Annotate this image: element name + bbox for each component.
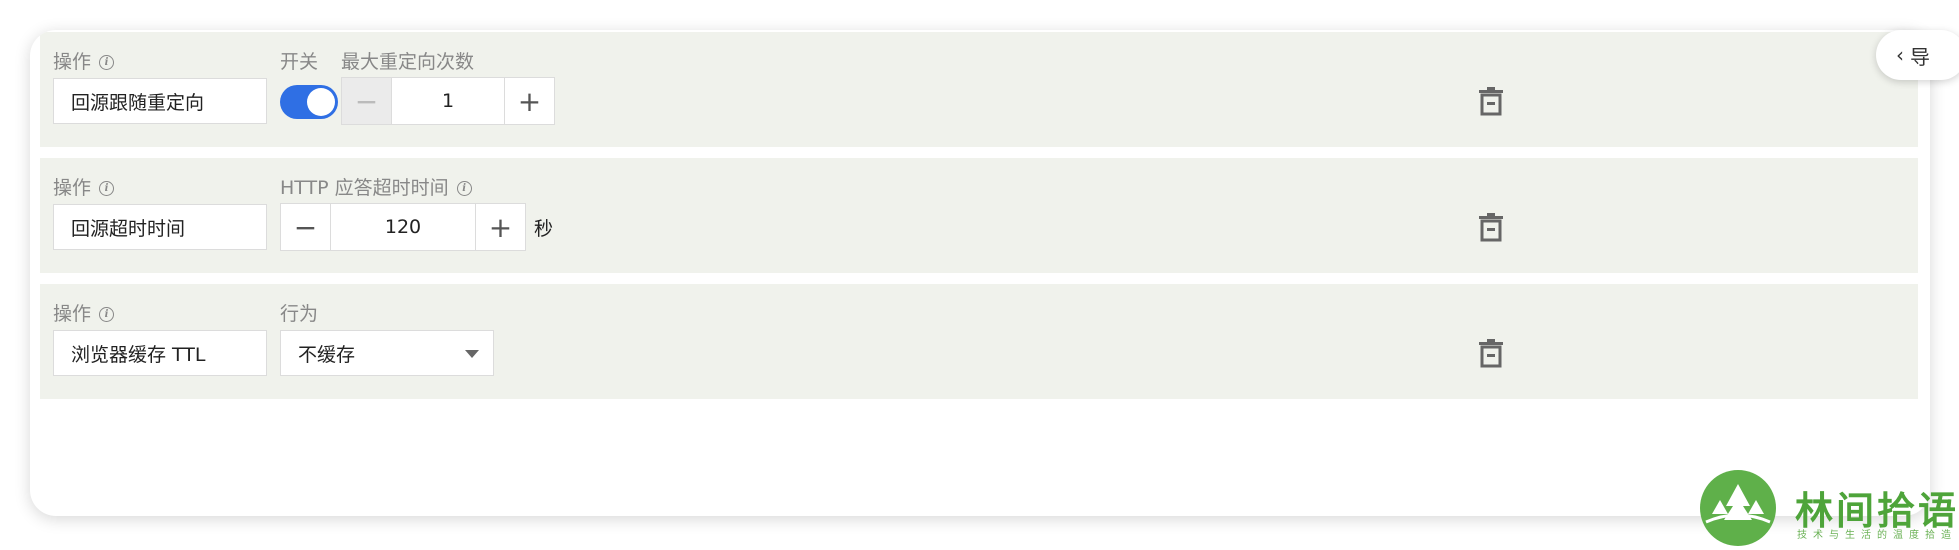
toggle-knob bbox=[307, 88, 335, 116]
http-timeout-input[interactable]: 120 bbox=[331, 204, 475, 250]
trash-icon[interactable] bbox=[1478, 212, 1504, 242]
http-timeout-label-group: HTTP 应答超时时间 i bbox=[280, 176, 472, 200]
tree-icon bbox=[1705, 484, 1771, 524]
rule-row-redirect: 操作 i 回源跟随重定向 开关 最大重定向次数 − 1 + bbox=[40, 32, 1918, 147]
max-redirects-stepper: − 1 + bbox=[341, 77, 555, 125]
trash-icon[interactable] bbox=[1478, 338, 1504, 368]
http-timeout-stepper: − 120 + bbox=[280, 203, 526, 251]
minus-icon[interactable]: − bbox=[342, 78, 392, 124]
side-nav-tab[interactable]: ‹ 导 bbox=[1876, 30, 1959, 80]
max-redirects-label: 最大重定向次数 bbox=[341, 51, 475, 73]
trash-icon[interactable] bbox=[1478, 86, 1504, 116]
max-redirects-input[interactable]: 1 bbox=[392, 78, 504, 124]
follow-redirect-toggle[interactable] bbox=[280, 85, 338, 119]
watermark-logo: 林间拾语 技术与生活的温度拾造 bbox=[1700, 470, 1959, 547]
rules-card: 操作 i 回源跟随重定向 开关 最大重定向次数 − 1 + 操作 i 回源超时时… bbox=[30, 30, 1930, 516]
unit-label: 秒 bbox=[534, 218, 554, 240]
info-icon[interactable]: i bbox=[456, 180, 472, 196]
behavior-value: 不缓存 bbox=[298, 343, 356, 366]
info-icon[interactable]: i bbox=[99, 306, 115, 322]
minus-icon[interactable]: − bbox=[281, 204, 331, 250]
action-select[interactable]: 回源跟随重定向 bbox=[53, 78, 267, 124]
behavior-label: 行为 bbox=[280, 303, 319, 325]
plus-icon[interactable]: + bbox=[504, 78, 554, 124]
action-select[interactable]: 浏览器缓存 TTL bbox=[53, 330, 267, 376]
action-label-group: 操作 i bbox=[53, 302, 115, 326]
switch-label: 开关 bbox=[280, 51, 319, 73]
rule-row-timeout: 操作 i 回源超时时间 HTTP 应答超时时间 i − 120 + 秒 bbox=[40, 158, 1918, 273]
behavior-select[interactable]: 不缓存 bbox=[280, 330, 494, 376]
info-icon[interactable]: i bbox=[99, 180, 115, 196]
action-label-group: 操作 i bbox=[53, 176, 115, 200]
chevron-left-icon: ‹ bbox=[1896, 43, 1904, 67]
action-label: 操作 bbox=[53, 177, 92, 199]
action-label-group: 操作 i bbox=[53, 50, 115, 74]
action-label: 操作 bbox=[53, 51, 92, 73]
rule-row-browser-cache: 操作 i 浏览器缓存 TTL 行为 不缓存 bbox=[40, 284, 1918, 399]
watermark-subtitle: 技术与生活的温度拾造 bbox=[1797, 530, 1957, 541]
action-select[interactable]: 回源超时时间 bbox=[53, 204, 267, 250]
action-label: 操作 bbox=[53, 303, 92, 325]
info-icon[interactable]: i bbox=[99, 54, 115, 70]
caret-down-icon bbox=[465, 350, 479, 358]
side-nav-tab-label: 导 bbox=[1910, 44, 1930, 69]
http-timeout-label: HTTP 应答超时时间 bbox=[280, 177, 449, 199]
logo-tree-icon bbox=[1700, 470, 1776, 546]
plus-icon[interactable]: + bbox=[475, 204, 525, 250]
